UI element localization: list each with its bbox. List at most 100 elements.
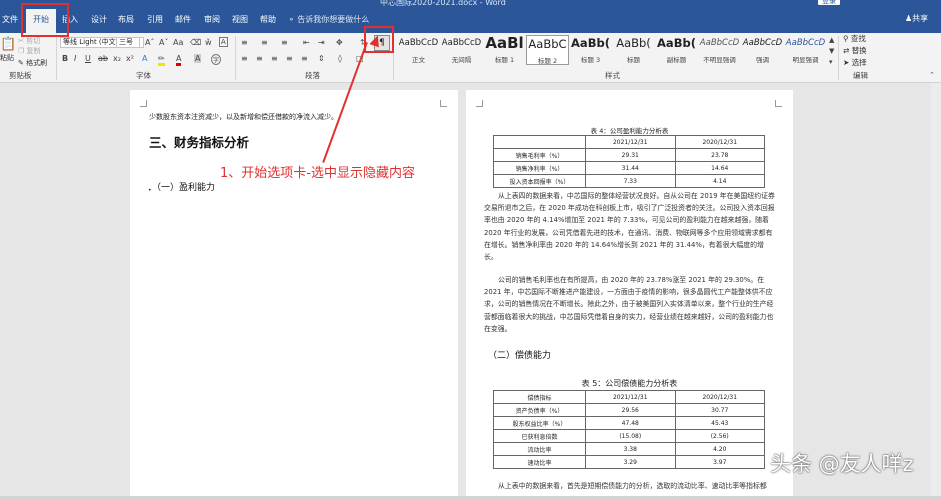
login-button[interactable]: 登录 <box>818 0 840 5</box>
editing-group-label: 编辑 <box>853 71 868 80</box>
highlight-icon[interactable]: ✏ <box>158 54 165 66</box>
style-name: 无间隔 <box>451 56 472 64</box>
tab-mailings[interactable]: 邮件 <box>175 14 191 25</box>
italic-icon[interactable]: I <box>74 54 76 63</box>
format-painter-label: 格式刷 <box>26 59 48 67</box>
find-button[interactable]: ⚲ 查找 <box>843 33 866 44</box>
style-heading-3[interactable]: AaBb(标题 3 <box>569 35 612 65</box>
margin-marker <box>476 100 483 107</box>
group-divider <box>56 36 57 80</box>
document-page-left[interactable]: 少数股东资本注资减少，以及新增和偿还借款的净流入减少。 三、财务指标分析 （一）… <box>130 90 458 500</box>
grow-font-icon[interactable]: Aˆ <box>145 38 154 47</box>
styles-scroll-up-icon[interactable]: ▲ <box>829 36 834 44</box>
styles-scroll-down-icon[interactable]: ▼ <box>829 47 834 55</box>
distributed-icon[interactable]: ≡ <box>301 54 308 63</box>
table-row: 投入资本回报率（%） 7.33 4.14 <box>493 174 765 188</box>
table-header-row: 偿债指标 2021/12/31 2020/12/31 <box>493 390 765 404</box>
style-name: 标题 3 <box>580 56 601 64</box>
align-left-icon[interactable]: ≡ <box>241 54 248 63</box>
clear-format-icon[interactable]: ⌫ <box>190 38 201 47</box>
tab-layout[interactable]: 布局 <box>118 14 134 25</box>
multilevel-list-icon[interactable]: ≡ <box>281 38 288 47</box>
shading-icon[interactable]: ◊ <box>338 54 342 63</box>
style-preview: AaBbCcD <box>441 38 482 48</box>
table5-caption: 表 5：公司偿债能力分析表 <box>581 379 678 388</box>
superscript-icon[interactable]: x² <box>126 54 134 63</box>
table-header-row: 2021/12/31 2020/12/31 <box>493 135 765 149</box>
table-row: 速动比率 3.29 3.97 <box>493 455 765 469</box>
numbering-icon[interactable]: ≡ <box>261 38 268 47</box>
style-normal[interactable]: AaBbCcD 正文 <box>397 35 440 65</box>
vertical-scrollbar[interactable] <box>931 83 941 500</box>
change-case-icon[interactable]: Aa <box>173 38 183 47</box>
replace-button[interactable]: ⇄ 替换 <box>843 45 867 56</box>
font-size-box[interactable]: 三号 <box>116 37 140 48</box>
char-shading-icon[interactable]: A <box>194 54 202 63</box>
style-emphasis[interactable]: AaBbCcD 强调 <box>741 35 784 65</box>
cursor-icon: ➤ <box>843 58 850 67</box>
underline-icon[interactable]: U <box>85 54 91 63</box>
bullet-dot: • <box>148 187 152 194</box>
paragraph-solvency: 从上表中的数据来看，首先是短期偿债能力的分析，选取的流动比率、速动比率等指标都 <box>498 482 767 490</box>
copy-label: 复制 <box>26 47 41 55</box>
cut-button[interactable]: ✂ 剪切 <box>18 36 40 46</box>
paste-icon[interactable]: 📋 <box>0 37 16 52</box>
justify-icon[interactable]: ≡ <box>286 54 293 63</box>
style-name: 副标题 <box>666 56 687 64</box>
shrink-font-icon[interactable]: Aˇ <box>159 38 168 47</box>
text-effects-icon[interactable]: A <box>142 54 147 63</box>
increase-indent-icon[interactable]: ⇥ <box>318 38 325 47</box>
document-page-right[interactable]: 表 4：公司盈利能力分析表 2021/12/31 2020/12/31 销售毛利率… <box>466 90 793 500</box>
tab-review[interactable]: 审阅 <box>204 14 220 25</box>
bullets-icon[interactable]: ≡ <box>241 38 248 47</box>
subscript-icon[interactable]: x₂ <box>113 54 121 63</box>
decrease-indent-icon[interactable]: ⇤ <box>303 38 310 47</box>
collapse-ribbon-icon[interactable]: ⌃ <box>929 71 935 79</box>
char-border-icon[interactable]: A <box>219 37 228 47</box>
style-heading-2[interactable]: AaBbC 标题 2 <box>526 35 569 65</box>
scissors-icon: ✂ <box>18 37 24 45</box>
align-center-icon[interactable]: ≡ <box>256 54 263 63</box>
style-heading-1[interactable]: AaBl 标题 1 <box>483 35 526 65</box>
tell-me-text: 告诉我你想要做什么 <box>297 15 370 24</box>
style-intense-emphasis[interactable]: AaBbCcD 明显强调 <box>784 35 827 65</box>
replace-icon: ⇄ <box>843 46 850 55</box>
style-name: 标题 <box>627 56 640 64</box>
body-text-line: 少数股东资本注资减少，以及新增和偿还借款的净流入减少。 <box>149 113 338 121</box>
enclose-char-icon[interactable]: 字 <box>211 54 222 65</box>
select-button[interactable]: ➤ 选择 <box>843 57 867 68</box>
tab-references[interactable]: 引用 <box>147 14 163 25</box>
style-title[interactable]: AaBb(标题 <box>612 35 655 65</box>
tab-design[interactable]: 设计 <box>91 14 107 25</box>
table-row: 资产负债率（%） 29.56 30.77 <box>493 403 765 417</box>
style-subtitle[interactable]: AaBb(副标题 <box>655 35 698 65</box>
title-bar: 中芯国际2020-2021.docx - Word 登录 <box>0 0 941 7</box>
style-subtle-emphasis[interactable]: AaBbCcD 不明显强调 <box>698 35 741 65</box>
ribbon-tab-bar: 文件 开始 插入 设计 布局 引用 邮件 审阅 视图 帮助 ⚬ 告诉我你想要做什… <box>0 7 941 33</box>
bold-icon[interactable]: B <box>62 54 68 63</box>
strikethrough-icon[interactable]: ab <box>98 54 108 63</box>
phonetic-guide-icon[interactable]: w̌ <box>205 38 212 47</box>
tab-file[interactable]: 文件 <box>2 14 18 25</box>
tab-help[interactable]: 帮助 <box>260 14 276 25</box>
table-row: 销售毛利率（%） 29.31 23.78 <box>493 148 765 162</box>
font-color-icon[interactable]: A <box>176 54 182 66</box>
align-right-icon[interactable]: ≡ <box>271 54 278 63</box>
share-button[interactable]: ♟共享 <box>905 13 928 24</box>
style-no-spacing[interactable]: AaBbCcD 无间隔 <box>440 35 483 65</box>
line-spacing-icon[interactable]: ⇕ <box>318 54 325 63</box>
style-name: 强调 <box>756 56 769 64</box>
subheading-profitability: （一）盈利能力 <box>152 183 216 193</box>
style-name: 标题 1 <box>494 56 515 64</box>
format-painter-button[interactable]: ✎ 格式刷 <box>18 58 47 68</box>
chinese-layout-icon[interactable]: ✥ <box>336 38 343 47</box>
copy-button[interactable]: ❐ 复制 <box>18 46 41 56</box>
tab-view[interactable]: 视图 <box>232 14 248 25</box>
find-label: 查找 <box>850 34 866 43</box>
style-preview: AaBbCcD <box>699 38 740 48</box>
highlight-box-home-tab <box>21 3 69 37</box>
paste-button[interactable]: 粘贴 <box>0 53 14 63</box>
tell-me-search[interactable]: ⚬ 告诉我你想要做什么 <box>288 14 369 25</box>
search-icon: ⚲ <box>843 34 849 43</box>
styles-more-icon[interactable]: ▾ <box>829 58 833 66</box>
